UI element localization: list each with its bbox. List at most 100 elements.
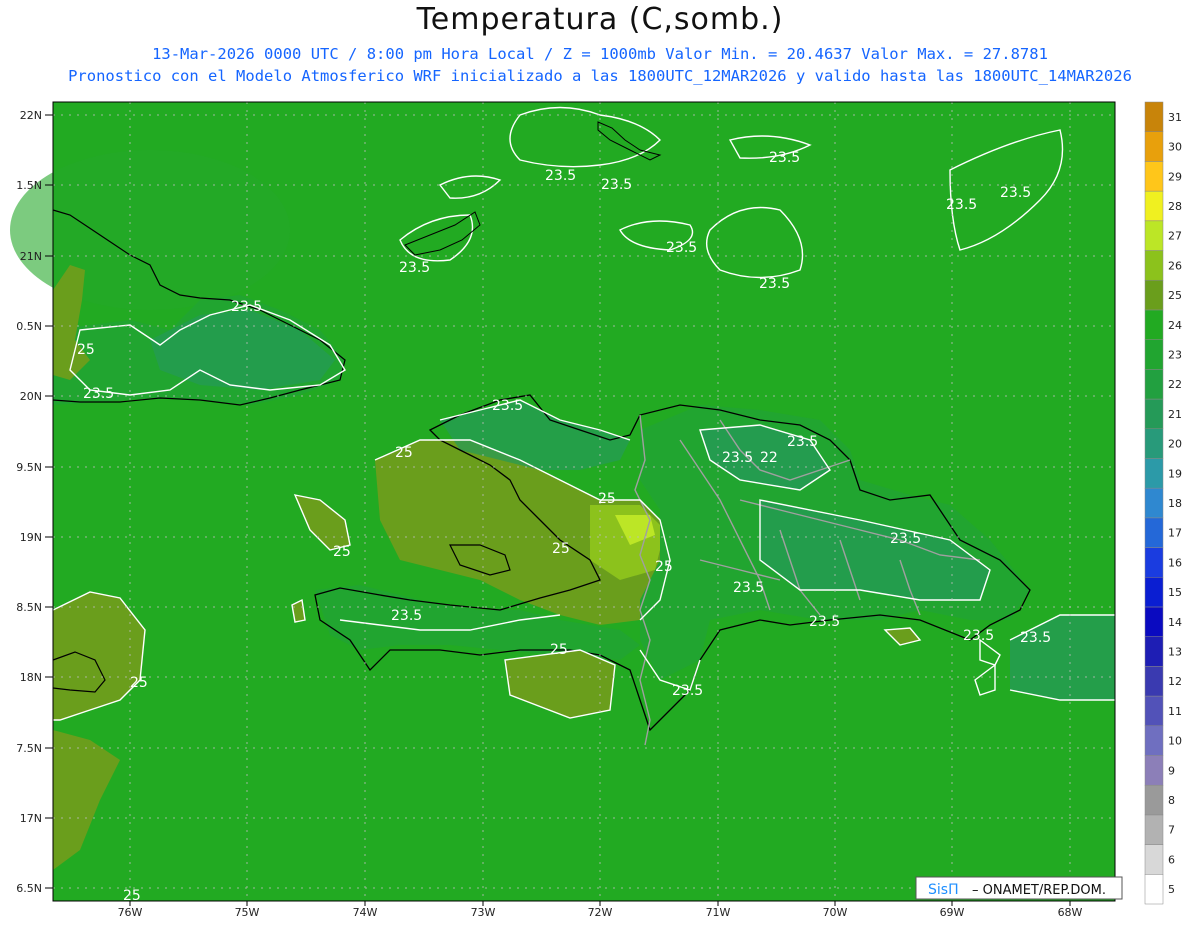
- colorbar-label: 11: [1168, 705, 1182, 718]
- colorbar-label: 19: [1168, 467, 1182, 480]
- contour-label: 25: [552, 541, 570, 557]
- lat-label: 6.5N: [16, 882, 42, 895]
- colorbar-swatch: [1144, 784, 1164, 816]
- colorbar-swatch: [1144, 458, 1164, 489]
- small-island-west: [291, 598, 306, 623]
- lat-label: 1.5N: [16, 179, 42, 192]
- colorbar-label: 16: [1168, 556, 1182, 569]
- contour-label: 23.5: [722, 450, 753, 466]
- colorbar-swatch: [1144, 250, 1164, 281]
- lat-label: 19N: [20, 531, 42, 544]
- colorbar-label: 12: [1168, 675, 1182, 688]
- lon-label: 72W: [588, 906, 613, 919]
- lat-label: 17N: [20, 812, 42, 825]
- colorbar-swatch: [1144, 844, 1164, 875]
- lon-label: 75W: [235, 906, 260, 919]
- colorbar-swatch: [1144, 577, 1164, 608]
- colorbar-swatch: [1144, 725, 1164, 756]
- credit-brand: SisΠ: [928, 882, 959, 898]
- lat-label: 20N: [20, 390, 42, 403]
- lat-label: 18N: [20, 671, 42, 684]
- lat-label: 8.5N: [16, 601, 42, 614]
- contour-label: 23.5: [946, 197, 977, 213]
- colorbar-label: 13: [1168, 646, 1182, 659]
- lat-label: 0.5N: [16, 320, 42, 333]
- colorbar-label: 17: [1168, 527, 1182, 540]
- colorbar-label: 5: [1168, 883, 1175, 896]
- colorbar-swatch: [1144, 398, 1164, 429]
- colorbar-swatch: [1144, 755, 1164, 786]
- contour-label: 23.5: [769, 150, 800, 166]
- colorbar-label: 24: [1168, 319, 1182, 332]
- contour-label: 23.5: [787, 434, 818, 450]
- contour-label: 23.5: [890, 531, 921, 547]
- lat-label: 7.5N: [16, 742, 42, 755]
- contour-label: 25: [395, 445, 413, 461]
- colorbar-label: 14: [1168, 616, 1182, 629]
- contour-label: 23.5: [601, 177, 632, 193]
- colorbar-label: 26: [1168, 259, 1182, 272]
- lat-label: 22N: [20, 109, 42, 122]
- contour-label: 22: [760, 450, 778, 466]
- colorbar-swatch: [1144, 666, 1164, 697]
- lat-label: 21N: [20, 250, 42, 263]
- colorbar-swatch: [1144, 309, 1164, 340]
- lon-ticks: [129, 901, 1071, 906]
- colorbar-label: 31: [1168, 111, 1182, 124]
- colorbar-swatch: [1144, 547, 1164, 578]
- contour-label: 25: [550, 642, 568, 658]
- lon-label: 68W: [1058, 906, 1083, 919]
- colorbar-swatch: [1144, 190, 1164, 222]
- temperature-map: 22N 1.5N 21N 0.5N 20N 9.5N 19N 8.5N 18N …: [10, 101, 1182, 919]
- colorbar-label: 23: [1168, 348, 1182, 361]
- colorbar-label: 30: [1168, 141, 1182, 154]
- lat-label: 9.5N: [16, 461, 42, 474]
- field-23-region: [10, 150, 290, 310]
- contour-label: 23.5: [1000, 185, 1031, 201]
- contour-label: 25: [655, 559, 673, 575]
- colorbar-label: 20: [1168, 438, 1182, 451]
- colorbar-swatch: [1144, 487, 1164, 519]
- contour-label: 23.5: [809, 614, 840, 630]
- contour-label: 23.5: [83, 386, 114, 402]
- contour-label: 25: [123, 888, 141, 904]
- lon-label: 74W: [353, 906, 378, 919]
- colorbar-swatch: [1144, 161, 1164, 192]
- colorbar-swatch: [1144, 606, 1164, 637]
- colorbar-swatch: [1144, 517, 1164, 548]
- colorbar-swatch: [1144, 695, 1164, 727]
- lon-label: 69W: [940, 906, 965, 919]
- lon-label: 73W: [471, 906, 496, 919]
- contour-label: 23.5: [492, 398, 523, 414]
- colorbar-swatch: [1144, 279, 1164, 311]
- contour-label: 23.5: [391, 608, 422, 624]
- contour-label: 25: [130, 675, 148, 691]
- colorbar-swatch: [1144, 339, 1164, 370]
- colorbar-label: 22: [1168, 378, 1182, 391]
- colorbar-swatch: [1144, 220, 1164, 251]
- credit-text: – ONAMET/REP.DOM.: [972, 883, 1106, 898]
- colorbar-swatch: [1144, 874, 1164, 905]
- contour-label: 23.5: [733, 580, 764, 596]
- colorbar-label: 27: [1168, 230, 1182, 243]
- lon-label: 76W: [118, 906, 143, 919]
- contour-label: 23.5: [231, 299, 262, 315]
- contour-label: 25: [77, 342, 95, 358]
- contour-label: 23.5: [666, 240, 697, 256]
- colorbar: 5 6 7 8 9 10 11 12 13 14 15 16 17 18 19 20 21 22 23 24 25 26 2…: [1144, 101, 1182, 905]
- contour-label: 23.5: [759, 276, 790, 292]
- colorbar-label: 6: [1168, 853, 1175, 866]
- colorbar-label: 18: [1168, 497, 1182, 510]
- colorbar-label: 15: [1168, 586, 1182, 599]
- contour-label: 23.5: [672, 683, 703, 699]
- colorbar-swatch: [1144, 636, 1164, 667]
- colorbar-label: 28: [1168, 200, 1182, 213]
- colorbar-swatch: [1144, 814, 1164, 845]
- colorbar-label: 21: [1168, 408, 1182, 421]
- contour-label: 25: [598, 491, 616, 507]
- colorbar-label: 25: [1168, 289, 1182, 302]
- lon-label: 71W: [706, 906, 731, 919]
- colorbar-swatch: [1144, 369, 1164, 400]
- contour-label: 23.5: [963, 628, 994, 644]
- colorbar-label: 7: [1168, 824, 1175, 837]
